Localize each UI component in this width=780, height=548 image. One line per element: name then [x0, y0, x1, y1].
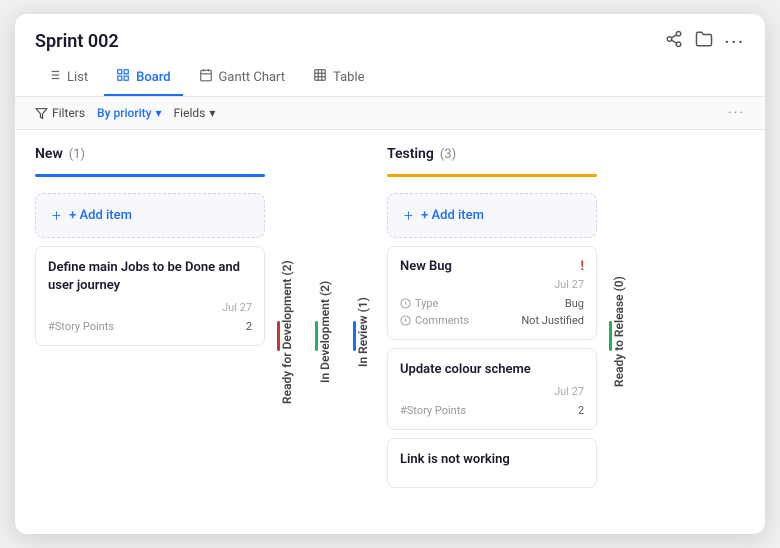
column-in-review[interactable]: In Review (1): [349, 146, 379, 518]
plus-icon-2: +: [404, 206, 413, 225]
tab-table[interactable]: Table: [301, 60, 376, 96]
column-in-dev[interactable]: In Development (2): [311, 146, 341, 518]
column-new: New (1) + + Add item Define main Jobs to…: [35, 146, 265, 518]
card-define-jobs[interactable]: Define main Jobs to be Done and user jou…: [35, 246, 265, 346]
app-window: Sprint 002 ··· List: [15, 14, 765, 534]
bug-type-row: Type Bug: [400, 297, 584, 310]
column-testing-header: Testing (3): [387, 146, 597, 162]
add-item-button-new[interactable]: + + Add item: [35, 193, 265, 238]
column-testing: Testing (3) + + Add item New Bug ! Jul 2…: [387, 146, 597, 518]
plus-icon: +: [52, 206, 61, 225]
card-story-points: #Story Points 2: [48, 320, 252, 333]
ready-release-bar: [609, 321, 612, 351]
column-new-bar: [35, 174, 265, 177]
gantt-icon: [199, 68, 213, 86]
card-new-bug[interactable]: New Bug ! Jul 27 Type Bug Comments: [387, 246, 597, 340]
tab-board[interactable]: Board: [104, 60, 182, 96]
add-item-button-testing[interactable]: + + Add item: [387, 193, 597, 238]
column-ready-dev[interactable]: Ready for Development (2): [273, 146, 303, 518]
list-icon: [47, 68, 61, 86]
column-testing-bar: [387, 174, 597, 177]
priority-filter[interactable]: By priority ▾: [97, 106, 162, 120]
column-ready-release[interactable]: Ready to Release (0): [605, 146, 635, 518]
more-icon[interactable]: ···: [725, 32, 745, 51]
board-icon: [116, 68, 130, 86]
in-review-bar: [353, 321, 356, 351]
tab-list[interactable]: List: [35, 60, 100, 96]
fields-filter[interactable]: Fields ▾: [174, 106, 216, 120]
header: Sprint 002 ···: [15, 14, 765, 60]
filter-more-icon[interactable]: ···: [728, 105, 745, 121]
card-colour-scheme[interactable]: Update colour scheme Jul 27 #Story Point…: [387, 348, 597, 430]
filter-button[interactable]: Filters: [35, 106, 85, 120]
in-dev-bar: [315, 321, 318, 351]
chevron-down-icon: ▾: [209, 106, 215, 120]
nav-tabs: List Board Gantt Chart Table: [15, 60, 765, 97]
share-icon[interactable]: [665, 30, 683, 52]
card-colour-points: #Story Points 2: [400, 404, 584, 417]
table-icon: [313, 68, 327, 86]
page-title: Sprint 002: [35, 31, 119, 52]
folder-icon[interactable]: [695, 30, 713, 52]
chevron-down-icon: ▾: [156, 106, 162, 120]
header-actions: ···: [665, 30, 745, 52]
card-link-broken[interactable]: Link is not working: [387, 438, 597, 488]
board-area: New (1) + + Add item Define main Jobs to…: [15, 130, 765, 534]
column-new-header: New (1): [35, 146, 265, 162]
bug-title: New Bug: [400, 259, 452, 274]
bug-tag: !: [580, 259, 584, 274]
ready-dev-bar: [277, 321, 280, 351]
tab-gantt[interactable]: Gantt Chart: [187, 60, 298, 96]
bug-comments-row: Comments Not Justified: [400, 314, 584, 327]
filter-bar: Filters By priority ▾ Fields ▾ ···: [15, 97, 765, 130]
